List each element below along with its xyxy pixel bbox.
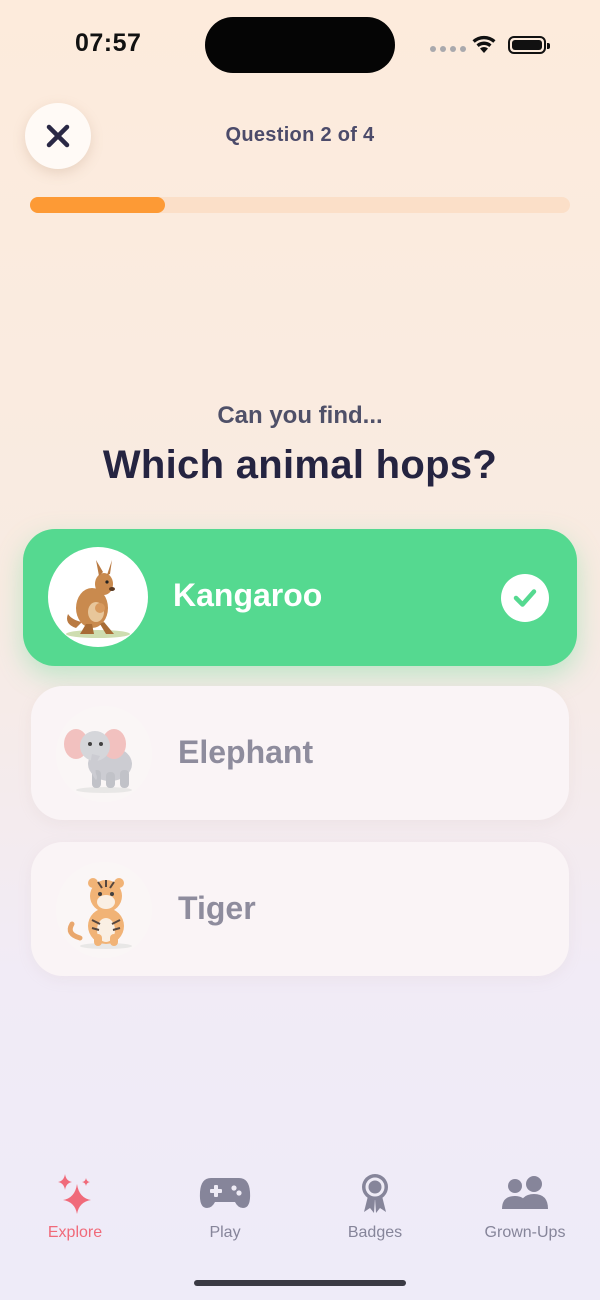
home-indicator[interactable] [194,1280,406,1286]
gamepad-icon [199,1178,251,1208]
cellular-signal-icon [430,46,466,52]
quiz-progress-bar [30,197,570,213]
kangaroo-image [48,547,148,647]
question-counter: Question 2 of 4 [225,124,375,146]
status-bar: 07:57 [0,0,600,90]
answer-option-tiger[interactable]: Tiger [31,842,569,976]
answer-label: Elephant [178,734,314,770]
checkmark-icon [501,574,549,622]
dynamic-island [205,17,395,73]
tab-explore[interactable]: Explore [0,1170,150,1242]
question-title: Which animal hops? [102,443,498,487]
answer-option-elephant[interactable]: Elephant [31,686,569,820]
wifi-icon [472,35,496,53]
tab-label: Grown-Ups [484,1224,566,1241]
tab-bar: Explore Play Badges Grown-Ups [0,1170,600,1260]
people-icon [502,1176,548,1209]
tab-label: Play [209,1224,241,1241]
sparkles-icon [58,1174,91,1214]
tab-label: Explore [47,1224,103,1241]
tiger-image [56,862,152,958]
quiz-progress-fill [30,197,165,213]
battery-icon [508,36,550,54]
answer-option-kangaroo[interactable]: Kangaroo [23,529,577,666]
medal-icon [362,1174,388,1213]
answer-label: Tiger [178,890,256,926]
prompt-subtitle: Can you find... [217,402,383,429]
answer-label: Kangaroo [173,577,323,613]
status-time: 07:57 [75,29,142,57]
tab-grown-ups[interactable]: Grown-Ups [450,1170,600,1242]
tab-badges[interactable]: Badges [300,1170,450,1242]
tab-label: Badges [347,1224,403,1241]
elephant-image [56,706,152,802]
tab-play[interactable]: Play [150,1170,300,1242]
